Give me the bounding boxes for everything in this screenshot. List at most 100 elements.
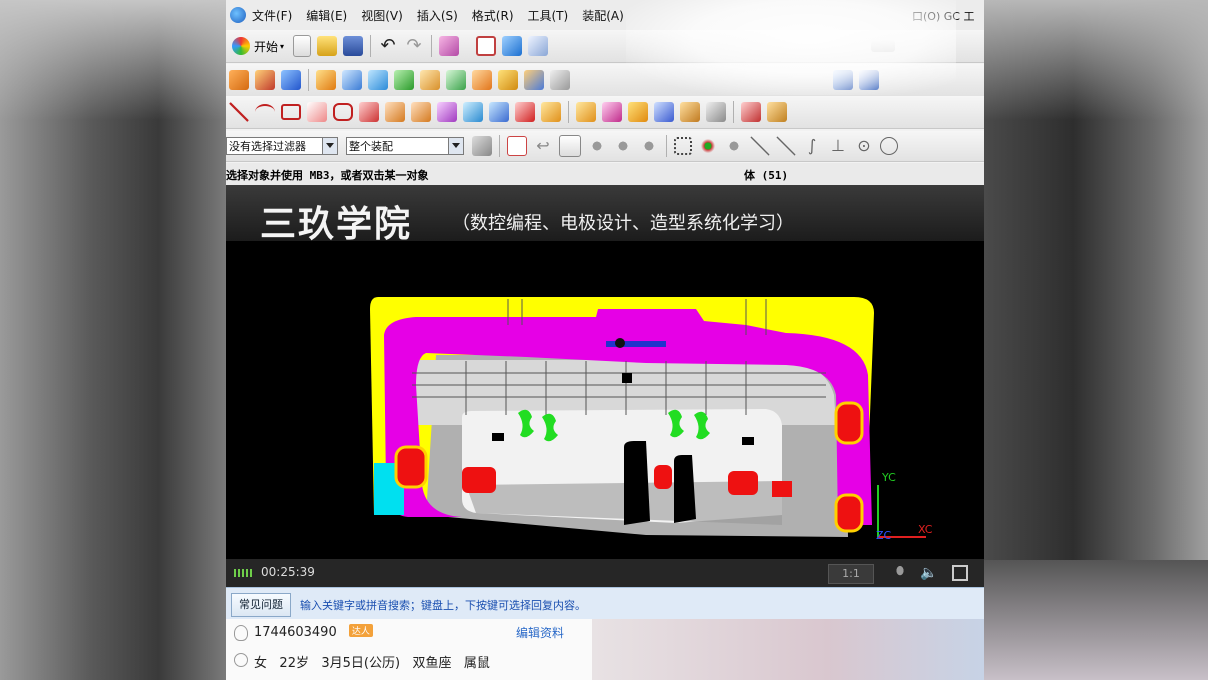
fullscreen-icon[interactable] xyxy=(952,565,968,581)
menu-format[interactable]: 格式(R) xyxy=(472,7,514,24)
feature-icon-9[interactable] xyxy=(446,70,466,90)
menu-insert[interactable]: 插入(S) xyxy=(417,7,458,24)
feature-icon-3[interactable] xyxy=(281,70,301,90)
axis-yc-label: YC xyxy=(881,471,896,484)
microphone-icon[interactable] xyxy=(892,565,908,581)
line-snap-icon[interactable] xyxy=(750,136,770,156)
standard-toolbar: 开始 ▾ ↶ ↷ xyxy=(226,30,984,63)
curve-tool-icon-8[interactable] xyxy=(541,102,561,122)
ratio-button[interactable]: 1:1 xyxy=(828,564,874,584)
chat-input-hint[interactable]: 输入关键字或拼音搜索；键盘上，下按键可选择回复内容。 xyxy=(300,597,586,613)
snap-point-icon[interactable] xyxy=(507,136,527,156)
qq-icon xyxy=(234,625,248,641)
feature-icon-12[interactable] xyxy=(524,70,544,90)
feature-icon-8[interactable] xyxy=(420,70,440,90)
snap-icon-1[interactable] xyxy=(587,136,607,156)
rect-select-icon[interactable] xyxy=(674,137,692,155)
feature-icon-1[interactable] xyxy=(229,70,249,90)
curve-tool-icon-11[interactable] xyxy=(628,102,648,122)
center-snap-icon[interactable]: ⊙ xyxy=(854,136,874,156)
box-select-icon[interactable] xyxy=(559,135,581,157)
fit-view-icon[interactable] xyxy=(476,36,497,56)
feature-icon-13[interactable] xyxy=(550,70,570,90)
feature-icon-10[interactable] xyxy=(472,70,492,90)
video-player-controls: 00:25:39 1:1 🔈 xyxy=(226,559,984,587)
menu-tools[interactable]: 工具(T) xyxy=(528,7,569,24)
toolbar-icon[interactable] xyxy=(871,40,896,52)
curve-tool-icon-5[interactable] xyxy=(463,102,483,122)
spline-icon[interactable] xyxy=(307,102,327,122)
feature-icon-4[interactable] xyxy=(316,70,336,90)
cut-icon[interactable] xyxy=(439,36,460,56)
profile-zodiac: 双鱼座 xyxy=(412,656,452,671)
feature-icon-6[interactable] xyxy=(368,70,388,90)
arc-icon[interactable] xyxy=(255,104,275,120)
open-folder-icon[interactable] xyxy=(317,36,338,56)
red-part-inner-3 xyxy=(728,471,758,495)
curve-tool-icon-7[interactable] xyxy=(515,102,535,122)
speaker-icon[interactable]: 🔈 xyxy=(920,565,937,581)
red-part-left xyxy=(394,445,428,489)
rectangle-icon[interactable] xyxy=(281,104,301,120)
curve-tool-icon-6[interactable] xyxy=(489,102,509,122)
perpendicular-snap-icon[interactable]: ⊥ xyxy=(828,136,848,156)
filter-select[interactable]: 没有选择过滤器 xyxy=(226,137,338,155)
curve-tool-icon-14[interactable] xyxy=(706,102,726,122)
select-filter-icon[interactable] xyxy=(472,136,492,156)
curve-tool-icon-15[interactable] xyxy=(741,102,761,122)
snap-icon-5[interactable] xyxy=(724,136,744,156)
curve-tool-icon-3[interactable] xyxy=(411,102,431,122)
new-file-icon[interactable] xyxy=(293,35,312,57)
save-icon[interactable] xyxy=(343,36,364,56)
black-hole-3 xyxy=(622,373,632,383)
menu-edit[interactable]: 编辑(E) xyxy=(306,7,347,24)
feature-icon-11[interactable] xyxy=(498,70,518,90)
shaded-cube-icon[interactable] xyxy=(502,36,523,56)
start-button[interactable]: 开始 ▾ xyxy=(232,37,284,55)
line-icon[interactable] xyxy=(229,102,249,122)
curve-tool-icon-4[interactable] xyxy=(437,102,457,122)
selection-toolbar: 没有选择过滤器 整个装配 ↩ ∫ ⊥ ⊙ xyxy=(226,131,984,162)
polygon-icon[interactable] xyxy=(333,103,353,121)
curve-tool-icon-12[interactable] xyxy=(654,102,674,122)
menu-file[interactable]: 文件(F) xyxy=(252,7,292,24)
toolbar-separator xyxy=(733,101,734,123)
curve-tool-icon-13[interactable] xyxy=(680,102,700,122)
scope-select[interactable]: 整个装配 xyxy=(346,137,464,155)
menu-window-help[interactable]: 口(O) GC 工 xyxy=(912,8,974,24)
circle-snap-icon[interactable] xyxy=(880,137,898,155)
feature-icon-15[interactable] xyxy=(859,70,879,90)
wireframe-cube-icon[interactable] xyxy=(528,36,549,56)
curve-toolbar xyxy=(226,96,984,129)
curve-tool-icon-10[interactable] xyxy=(602,102,622,122)
faq-button[interactable]: 常见问题 xyxy=(231,593,291,617)
curve-tool-icon-9[interactable] xyxy=(576,102,596,122)
redo-icon[interactable]: ↷ xyxy=(404,36,424,56)
curve-tool-icon-16[interactable] xyxy=(767,102,787,122)
back-arrow-icon[interactable]: ↩ xyxy=(533,136,553,156)
feature-icon-5[interactable] xyxy=(342,70,362,90)
feature-icon-2[interactable] xyxy=(255,70,275,90)
undo-icon[interactable]: ↶ xyxy=(378,36,398,56)
line-snap-icon-2[interactable] xyxy=(776,136,796,156)
menu-assembly[interactable]: 装配(A) xyxy=(582,7,624,24)
snap-icon-2[interactable] xyxy=(613,136,633,156)
toolbar-separator xyxy=(431,35,433,57)
menu-view[interactable]: 视图(V) xyxy=(361,7,403,24)
expert-badge: 达人 xyxy=(348,624,373,637)
dark-boss xyxy=(615,338,625,348)
feature-icon-14[interactable] xyxy=(833,70,853,90)
start-icon xyxy=(232,37,250,55)
axis-xc-label: XC xyxy=(918,523,933,536)
snap-icon-4[interactable] xyxy=(698,136,718,156)
edit-profile-link[interactable]: 编辑资料 xyxy=(516,624,564,641)
graphics-viewport[interactable]: 三玖学院 （数控编程、电极设计、造型系统化学习） YC XC ZC xyxy=(226,185,984,559)
app-logo-icon xyxy=(230,7,246,23)
curve-tool-icon-2[interactable] xyxy=(385,102,405,122)
curve-tool-icon-1[interactable] xyxy=(359,102,379,122)
qq-number: 1744603490 xyxy=(254,625,337,640)
profile-card: 1744603490 达人 编辑资料 女 22岁 3月5日(公历) 双鱼座 属鼠 xyxy=(226,619,592,680)
snap-icon-3[interactable] xyxy=(639,136,659,156)
curve-snap-icon[interactable]: ∫ xyxy=(802,136,822,156)
feature-icon-7[interactable] xyxy=(394,70,414,90)
